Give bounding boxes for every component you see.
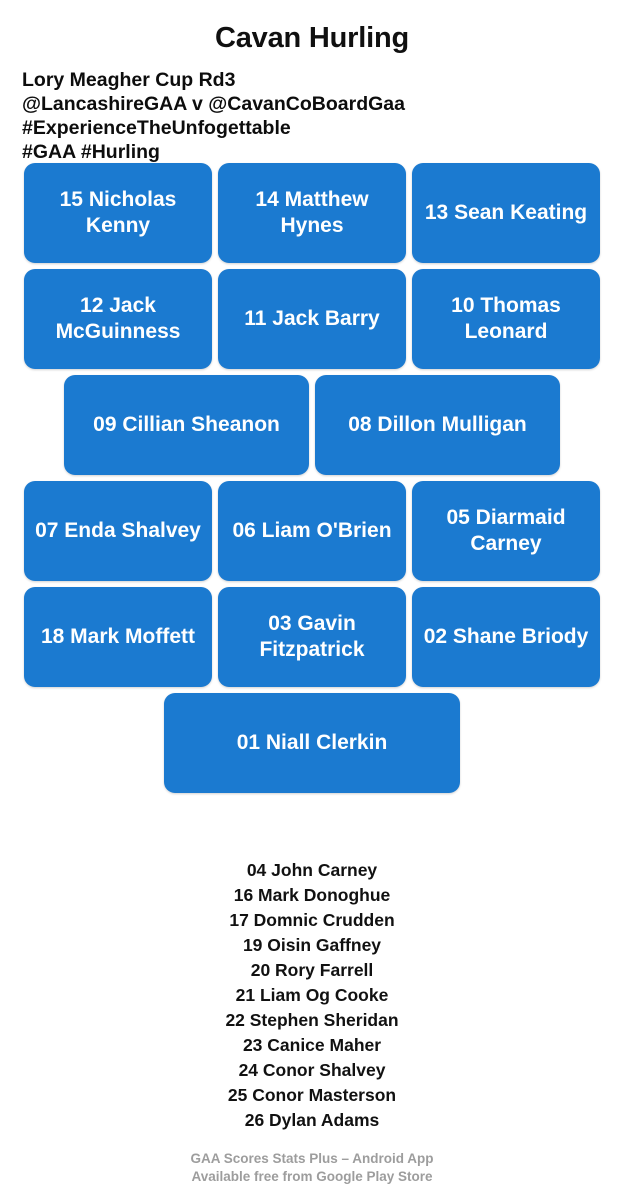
substitute-item[interactable]: 21 Liam Og Cooke (0, 983, 624, 1008)
player-card-14[interactable]: 14 Matthew Hynes (218, 163, 406, 263)
player-card-18[interactable]: 18 Mark Moffett (24, 587, 212, 687)
substitute-item[interactable]: 26 Dylan Adams (0, 1108, 624, 1133)
team-sheet-graphic: Cavan Hurling Lory Meagher Cup Rd3 @Lanc… (0, 0, 624, 1200)
footer-availability-note: Available free from Google Play Store (191, 1169, 433, 1184)
player-card-05[interactable]: 05 Diarmaid Carney (412, 481, 600, 581)
match-meta-block: Lory Meagher Cup Rd3 @LancashireGAA v @C… (22, 68, 582, 164)
lineup-pitch: 15 Nicholas Kenny 14 Matthew Hynes 13 Se… (0, 163, 624, 799)
substitute-item[interactable]: 04 John Carney (0, 858, 624, 883)
meta-line-competition: Lory Meagher Cup Rd3 (22, 69, 236, 91)
lineup-row-2: 12 Jack McGuinness 11 Jack Barry 10 Thom… (24, 269, 600, 369)
page-title: Cavan Hurling (215, 22, 409, 54)
footer-app-name: GAA Scores Stats Plus – Android App (190, 1151, 434, 1166)
substitutes-list: 04 John Carney 16 Mark Donoghue 17 Domni… (0, 858, 624, 1133)
player-card-01[interactable]: 01 Niall Clerkin (164, 693, 460, 793)
player-card-13[interactable]: 13 Sean Keating (412, 163, 600, 263)
player-card-02[interactable]: 02 Shane Briody (412, 587, 600, 687)
meta-line-fixture: @LancashireGAA v @CavanCoBoardGaa (22, 93, 406, 115)
player-card-10[interactable]: 10 Thomas Leonard (412, 269, 600, 369)
substitute-item[interactable]: 22 Stephen Sheridan (0, 1008, 624, 1033)
substitute-item[interactable]: 24 Conor Shalvey (0, 1058, 624, 1083)
substitute-item[interactable]: 16 Mark Donoghue (0, 883, 624, 908)
lineup-row-6: 01 Niall Clerkin (164, 693, 460, 793)
player-card-11[interactable]: 11 Jack Barry (218, 269, 406, 369)
player-card-06[interactable]: 06 Liam O'Brien (218, 481, 406, 581)
player-card-15[interactable]: 15 Nicholas Kenny (24, 163, 212, 263)
lineup-row-4: 07 Enda Shalvey 06 Liam O'Brien 05 Diarm… (24, 481, 600, 581)
lineup-row-1: 15 Nicholas Kenny 14 Matthew Hynes 13 Se… (24, 163, 600, 263)
player-card-03[interactable]: 03 Gavin Fitzpatrick (218, 587, 406, 687)
player-card-12[interactable]: 12 Jack McGuinness (24, 269, 212, 369)
app-attribution-footer: GAA Scores Stats Plus – Android App Avai… (0, 1150, 624, 1186)
player-card-07[interactable]: 07 Enda Shalvey (24, 481, 212, 581)
substitute-item[interactable]: 17 Domnic Crudden (0, 908, 624, 933)
meta-line-hashtag-campaign: #ExperienceTheUnfogettable (22, 117, 291, 139)
substitute-item[interactable]: 23 Canice Maher (0, 1033, 624, 1058)
substitute-item[interactable]: 19 Oisin Gaffney (0, 933, 624, 958)
meta-line-hashtags: #GAA #Hurling (22, 141, 160, 163)
lineup-row-3: 09 Cillian Sheanon 08 Dillon Mulligan (64, 375, 560, 475)
substitute-item[interactable]: 25 Conor Masterson (0, 1083, 624, 1108)
substitute-item[interactable]: 20 Rory Farrell (0, 958, 624, 983)
lineup-row-5: 18 Mark Moffett 03 Gavin Fitzpatrick 02 … (24, 587, 600, 687)
player-card-08[interactable]: 08 Dillon Mulligan (315, 375, 560, 475)
player-card-09[interactable]: 09 Cillian Sheanon (64, 375, 309, 475)
